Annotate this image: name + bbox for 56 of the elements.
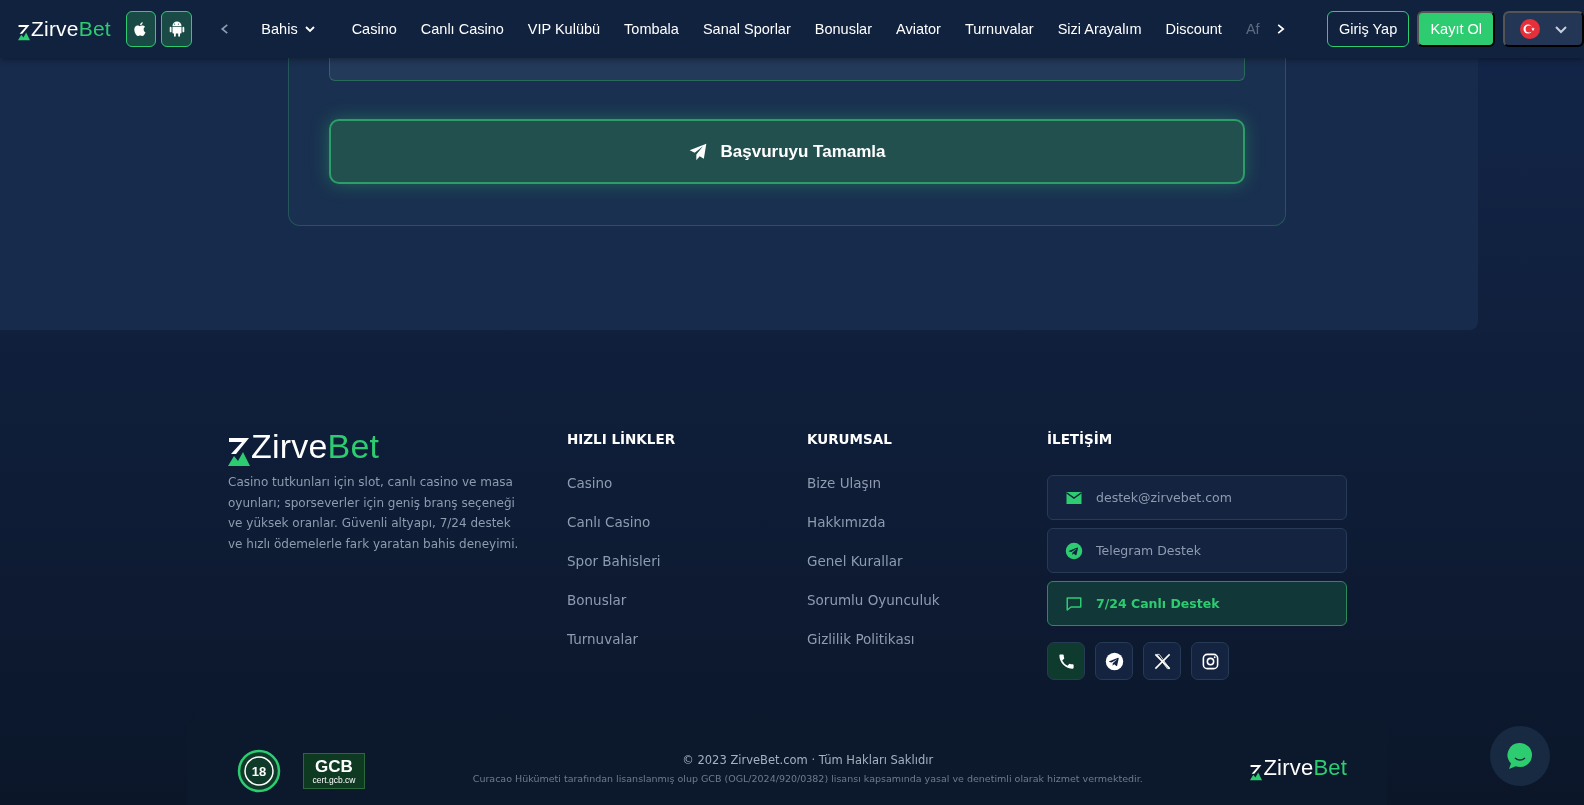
nav-link[interactable]: Bahis [261,21,316,37]
instagram-icon [1200,651,1220,671]
logo: ZirveBet [18,17,111,41]
nav-link[interactable]: Canlı Casino [420,21,504,37]
live-support-link[interactable]: 7/24 Canlı Destek [1047,581,1347,626]
nav-link[interactable]: Aviator [896,21,941,37]
paper-plane-icon [688,141,709,162]
nav-link[interactable]: Discount [1165,21,1222,37]
logo: ZirveBet [1250,755,1347,781]
chat-icon [1505,741,1535,771]
column-heading: KURUMSAL [807,431,893,449]
copyright-text: © 2023 ZirveBet.com · Tüm Hakları Saklıdır [682,753,934,767]
nav-link[interactable]: Sanal Sporlar [702,21,791,37]
login-button[interactable]: Giriş Yap [1327,11,1410,47]
instagram-button[interactable] [1191,642,1229,680]
language-selector[interactable] [1503,11,1584,47]
nav-link[interactable]: Turnuvalar [964,21,1034,37]
telegram-icon [1065,541,1083,560]
footer-link[interactable]: Gizlilik Politikası [807,631,1047,649]
nav-link[interactable]: Tombala [624,21,679,37]
phone-button[interactable] [1047,642,1085,680]
android-icon [167,20,186,38]
column-heading: HIZLI LİNKLER [567,431,677,449]
footer-link[interactable]: Hakkımızda [807,514,1047,532]
nav-link[interactable]: Sizi Arayalım [1057,21,1142,37]
about-text: Casino tutkunları için slot, canlı casino ve masa oyunları; sporseverler için geniş branş seçeneği ve yüksek oranlar. Güvenli altyapı, 7/24 destek ve hızlı ödemelerle fark yaratan bahis deneyimi. [228,474,520,553]
submit-button[interactable]: Başvuruyu Tamamla [329,119,1245,184]
telegram-button[interactable] [1095,642,1133,680]
chat-bubble-icon [1065,594,1083,613]
footer-link[interactable]: Bize Ulaşın [807,475,1047,493]
license-text: Curacao Hükümeti tarafından lisanslanmış olup GCB (OGL/2024/920/0382) lisansı kapsamında yasal ve denetimli olarak hizmet vermektedir. [472,773,1143,784]
license-badge: GCB cert.gcb.cw [303,753,365,789]
footer-link[interactable]: Spor Bahisleri [567,553,807,571]
footer-link[interactable]: Bonuslar [567,592,807,610]
phone-icon [1056,651,1076,671]
x-icon [1152,651,1172,671]
apple-app-button[interactable] [125,11,157,47]
nav-link[interactable]: Bonuslar [814,21,872,37]
nav-link[interactable]: Casino [351,21,397,37]
footer-link[interactable]: Casino [567,475,807,493]
age-limit-badge: 18 [237,749,281,793]
flag-icon [1519,19,1540,39]
x-button[interactable] [1143,642,1181,680]
nav-link[interactable]: VIP Kulübü [527,21,601,37]
logo: ZirveBet [228,427,567,466]
text-area-field[interactable] [329,58,1245,81]
footer-link[interactable]: Turnuvalar [567,631,807,649]
telegram-icon [1104,651,1124,671]
android-app-button[interactable] [161,11,192,47]
footer-link[interactable]: Genel Kurallar [807,553,1047,571]
column-heading: İLETİŞİM [1047,431,1114,449]
footer-link[interactable]: Sorumlu Oyunculuk [807,592,1047,610]
caret-icon [303,23,316,35]
footer-link[interactable]: Canlı Casino [567,514,807,532]
email-contact-link[interactable]: destek@zirvebet.com [1047,475,1347,520]
telegram-contact-link[interactable]: Telegram Destek [1047,528,1347,573]
